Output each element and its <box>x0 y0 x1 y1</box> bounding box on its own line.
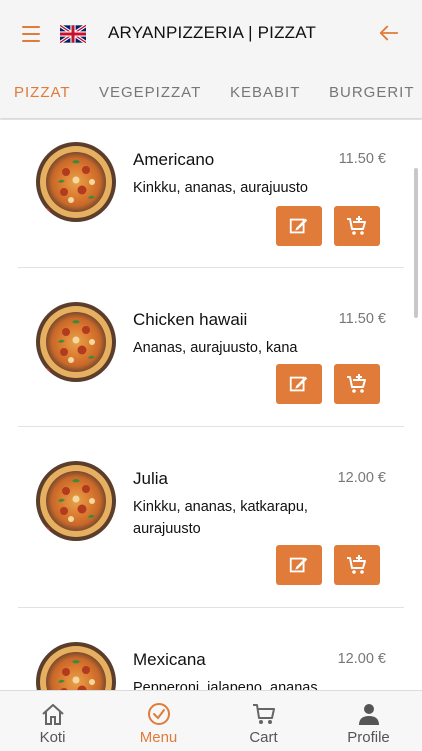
add-to-cart-button[interactable] <box>334 364 380 404</box>
item-price: 11.50 € <box>338 311 386 327</box>
edit-button[interactable] <box>276 545 322 585</box>
app-header: ARYANPIZZERIA | PIZZAT <box>0 0 422 68</box>
item-price: 11.50 € <box>338 151 386 167</box>
cart-icon <box>253 704 275 724</box>
bottom-navigation: Koti Menu Cart Profile <box>0 690 422 751</box>
edit-button[interactable] <box>276 206 322 246</box>
add-to-cart-button[interactable] <box>334 545 380 585</box>
page-title: ARYANPIZZERIA | PIZZAT <box>108 23 317 42</box>
nav-label: Koti <box>39 729 66 746</box>
tab-vegepizzat[interactable]: VEGEPIZZAT <box>99 84 201 101</box>
item-name: Julia <box>133 469 168 488</box>
item-description: Ananas, aurajuusto, kana <box>133 340 298 356</box>
nav-koti[interactable]: Koti <box>0 691 105 751</box>
list-item: Mexicana 12.00 € Pepperoni, jalapeno, an… <box>18 620 404 690</box>
add-to-cart-icon <box>347 555 366 574</box>
tab-burgerit[interactable]: BURGERIT <box>329 84 415 101</box>
pizza-image <box>36 302 116 382</box>
nav-profile[interactable]: Profile <box>316 691 421 751</box>
uk-flag-icon[interactable] <box>60 25 86 43</box>
list-item: Americano 11.50 € Kinkku, ananas, auraju… <box>18 120 404 268</box>
add-to-cart-button[interactable] <box>334 206 380 246</box>
item-name: Mexicana <box>133 650 206 669</box>
menu-list[interactable]: Americano 11.50 € Kinkku, ananas, auraju… <box>0 120 422 690</box>
scrollbar[interactable] <box>414 168 418 318</box>
tab-kebabit[interactable]: KEBABIT <box>230 84 300 101</box>
item-name: Chicken hawaii <box>133 310 248 329</box>
list-item: Chicken hawaii 11.50 € Ananas, aurajuust… <box>18 280 404 427</box>
edit-icon <box>289 218 308 234</box>
check-circle-icon <box>148 703 170 725</box>
home-icon <box>42 704 64 725</box>
add-to-cart-icon <box>347 216 366 235</box>
item-name: Americano <box>133 150 215 169</box>
person-icon <box>359 704 379 725</box>
tab-pizzat[interactable]: PIZZAT <box>14 84 71 101</box>
pizza-image <box>36 461 116 541</box>
pizza-image <box>36 642 116 690</box>
category-tabs: PIZZAT VEGEPIZZAT KEBABIT BURGERIT <box>0 68 422 118</box>
nav-label: Menu <box>139 729 178 746</box>
item-description: Kinkku, ananas, katkarapu, aurajuusto <box>133 499 308 537</box>
edit-icon <box>289 376 308 392</box>
nav-menu[interactable]: Menu <box>106 691 211 751</box>
back-arrow-icon[interactable] <box>378 22 400 44</box>
item-description: Pepperoni, jalapeno, ananas, <box>133 680 322 690</box>
menu-icon[interactable] <box>22 26 40 42</box>
edit-icon <box>289 557 308 573</box>
edit-button[interactable] <box>276 364 322 404</box>
nav-label: Profile <box>347 729 390 746</box>
pizza-image <box>36 142 116 222</box>
item-description: Kinkku, ananas, aurajuusto <box>133 180 308 196</box>
item-price: 12.00 € <box>337 651 386 667</box>
list-item: Julia 12.00 € Kinkku, ananas, katkarapu,… <box>18 439 404 608</box>
item-price: 12.00 € <box>337 470 386 486</box>
add-to-cart-icon <box>347 374 366 393</box>
nav-label: Cart <box>249 729 278 746</box>
nav-cart[interactable]: Cart <box>211 691 316 751</box>
